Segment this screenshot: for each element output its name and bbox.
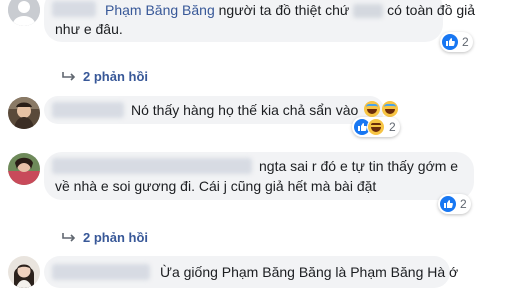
avatar[interactable] bbox=[8, 256, 40, 288]
default-avatar-icon bbox=[8, 0, 40, 26]
avatar[interactable] bbox=[8, 153, 40, 185]
view-replies-label[interactable]: 2 phản hồi bbox=[83, 69, 148, 84]
profile-photo-icon bbox=[8, 256, 40, 288]
avatar[interactable] bbox=[8, 0, 40, 26]
comment-text-part: có toàn đồ giả bbox=[387, 2, 476, 18]
author-name-redacted bbox=[52, 102, 124, 118]
reply-arrow-icon bbox=[62, 232, 76, 242]
profile-photo-icon bbox=[8, 97, 40, 129]
author-link[interactable]: Phạm Băng Băng bbox=[105, 2, 215, 18]
avatar[interactable] bbox=[8, 97, 40, 129]
author-name-redacted bbox=[52, 264, 150, 280]
reaction-count: 2 bbox=[389, 120, 396, 134]
comment-text: ngta sai r đó e tự tin thấy gớm e bbox=[259, 158, 459, 174]
reaction-count: 2 bbox=[460, 197, 467, 211]
comment-text-part: người ta đồ thiệt chứ bbox=[218, 2, 350, 18]
profile-photo-icon bbox=[8, 153, 40, 185]
reaction-summary[interactable]: 2 bbox=[440, 32, 473, 52]
like-icon bbox=[442, 34, 458, 50]
like-icon bbox=[440, 196, 456, 212]
haha-reaction-icon bbox=[367, 118, 385, 136]
author-name-redacted bbox=[52, 1, 96, 17]
view-replies-link[interactable]: 2 phản hồi bbox=[61, 230, 148, 245]
reaction-summary[interactable]: 2 bbox=[438, 194, 471, 214]
redacted-word bbox=[353, 4, 384, 19]
laughing-emoji-icon bbox=[364, 101, 381, 117]
reply-arrow-icon bbox=[62, 71, 76, 81]
reaction-count: 2 bbox=[462, 35, 469, 49]
comment-text-part: Nó thấy hàng họ thế kia chả sẩn vào bbox=[131, 102, 359, 118]
comment-text: Ừa giống Phạm Băng Băng là Phạm Băng Hà … bbox=[160, 264, 459, 280]
reaction-summary[interactable]: 2 bbox=[352, 117, 400, 137]
comment-text-line2: như e đâu. bbox=[55, 21, 123, 37]
laughing-emoji-icon bbox=[382, 101, 399, 117]
comment-text-line2: về nhà e soi gương đi. Cái j cũng giả hế… bbox=[55, 178, 377, 194]
author-name-redacted bbox=[52, 158, 252, 174]
comment-text: Phạm Băng Băng người ta đồ thiệt chứ có … bbox=[105, 0, 475, 20]
view-replies-label[interactable]: 2 phản hồi bbox=[83, 230, 148, 245]
view-replies-link[interactable]: 2 phản hồi bbox=[61, 69, 148, 84]
